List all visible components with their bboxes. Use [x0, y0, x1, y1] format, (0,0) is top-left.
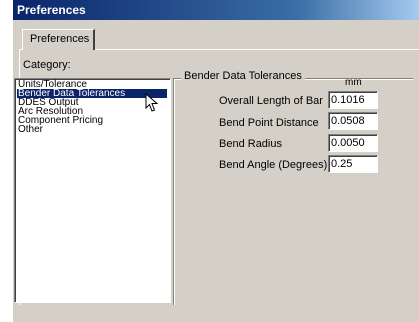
bend-point-distance-label: Bend Point Distance [219, 117, 319, 129]
tab-preferences[interactable]: Preferences [22, 29, 95, 50]
window-title: Preferences [13, 0, 419, 20]
overall-length-field[interactable] [328, 91, 378, 109]
category-label: Category: [23, 59, 71, 71]
bender-data-group-title: Bender Data Tolerances [181, 70, 305, 82]
bend-radius-label: Bend Radius [219, 138, 282, 150]
category-item-other[interactable]: Other [17, 125, 167, 135]
mouse-pointer-icon [145, 93, 159, 112]
bend-angle-field[interactable] [328, 155, 378, 173]
bend-radius-field[interactable] [328, 134, 378, 152]
dialog-bottom [13, 305, 419, 322]
unit-label: mm [345, 77, 362, 88]
bend-angle-label: Bend Angle (Degrees) [219, 159, 328, 171]
bend-point-distance-field[interactable] [328, 112, 378, 130]
overall-length-label: Overall Length of Bar [219, 95, 323, 107]
